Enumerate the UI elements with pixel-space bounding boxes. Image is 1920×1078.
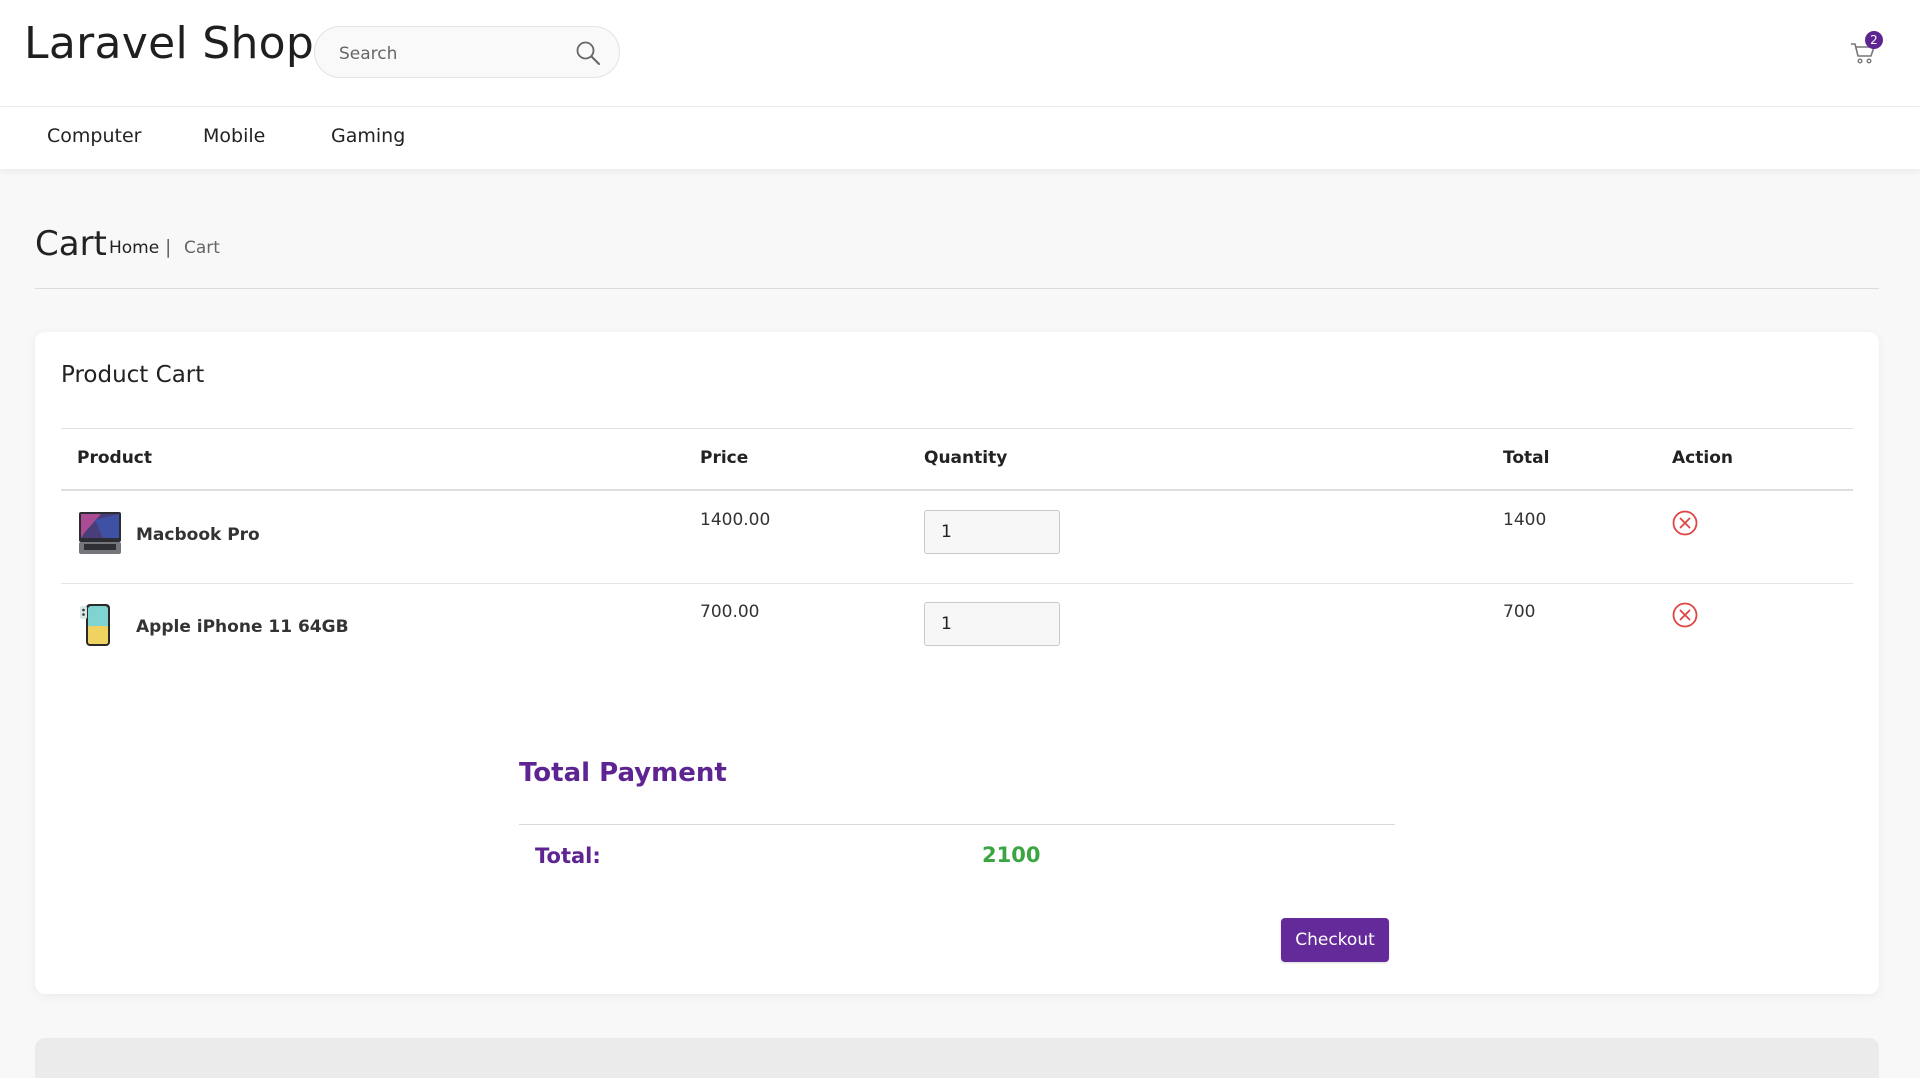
summary-divider (519, 824, 1395, 825)
laptop-image (79, 512, 121, 554)
site-logo[interactable]: Laravel Shop (24, 18, 314, 69)
product-price: 1400.00 (700, 510, 771, 530)
column-header-action: Action (1672, 448, 1733, 468)
quantity-input[interactable] (924, 510, 1060, 554)
column-header-price: Price (700, 448, 749, 468)
total-payment-heading: Total Payment (519, 758, 727, 788)
column-header-total: Total (1503, 448, 1550, 468)
breadcrumb-current: Cart (184, 238, 220, 258)
card-title: Product Cart (61, 362, 205, 388)
column-header-quantity: Quantity (924, 448, 1008, 468)
total-value: 2100 (982, 843, 1041, 867)
nav-item-gaming[interactable]: Gaming (331, 125, 405, 147)
column-header-product: Product (77, 448, 152, 468)
phone-image (80, 604, 110, 646)
search-input[interactable] (337, 39, 571, 69)
remove-item-icon[interactable] (1672, 510, 1698, 536)
table-top-border (61, 428, 1853, 429)
cart-count-badge: 2 (1865, 31, 1883, 49)
product-price: 700.00 (700, 602, 760, 622)
search-box[interactable] (314, 26, 620, 78)
title-divider (35, 288, 1879, 289)
remove-item-icon[interactable] (1672, 602, 1698, 628)
checkout-button[interactable]: Checkout (1281, 918, 1389, 962)
breadcrumb-home-link[interactable]: Home (109, 238, 159, 258)
nav-item-mobile[interactable]: Mobile (203, 125, 265, 147)
site-header: Laravel Shop 2 (0, 0, 1920, 107)
breadcrumb-separator: | (165, 236, 172, 258)
product-name[interactable]: Apple iPhone 11 64GB (136, 617, 349, 637)
product-name[interactable]: Macbook Pro (136, 525, 260, 545)
search-icon[interactable] (575, 40, 601, 66)
quantity-input[interactable] (924, 602, 1060, 646)
total-label: Total: (535, 844, 601, 868)
page-title: Cart (35, 224, 107, 264)
footer-band (35, 1038, 1879, 1078)
table-header-border (61, 489, 1853, 491)
table-row: Macbook Pro 1400.00 1400 (35, 492, 1879, 584)
product-cart-card: Product Cart Product Price Quantity Tota… (35, 332, 1879, 994)
table-row: Apple iPhone 11 64GB 700.00 700 (35, 584, 1879, 676)
category-nav: Computer Mobile Gaming (0, 107, 1920, 169)
row-total: 700 (1503, 602, 1536, 622)
nav-item-computer[interactable]: Computer (47, 125, 141, 147)
row-total: 1400 (1503, 510, 1547, 530)
